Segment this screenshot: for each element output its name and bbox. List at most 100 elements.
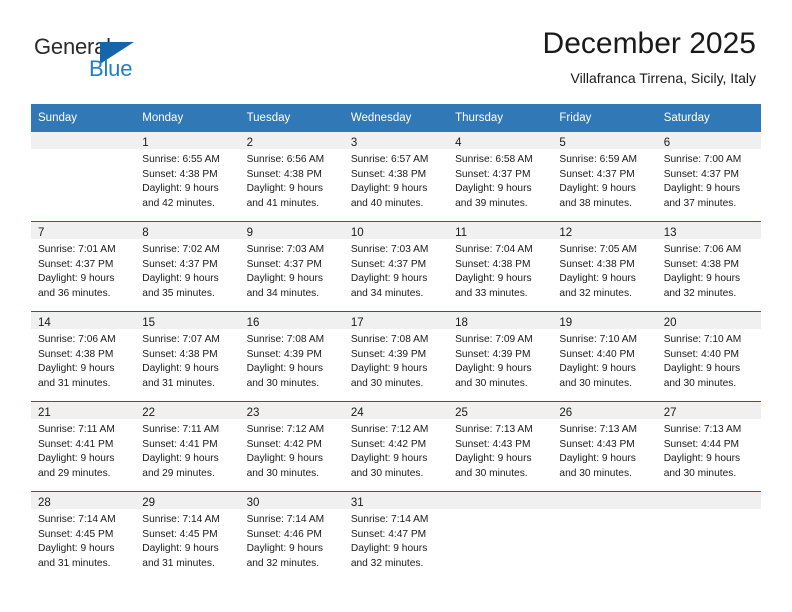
day-detail-line: and 37 minutes.	[663, 197, 737, 209]
day-detail-line: Sunrise: 7:06 AM	[663, 244, 742, 255]
day-detail-line: Sunset: 4:40 PM	[559, 348, 635, 360]
day-number-band	[552, 492, 657, 509]
day-number: 16	[246, 317, 260, 329]
day-detail-line: Sunset: 4:42 PM	[246, 438, 322, 450]
day-detail-text: Sunrise: 7:10 AM Sunset: 4:40 PM Daylight:…	[552, 329, 656, 391]
day-detail-line: Sunset: 4:37 PM	[142, 258, 218, 270]
day-detail-line: Daylight: 9 hours	[142, 453, 219, 465]
day-detail-line: Sunrise: 7:14 AM	[38, 514, 116, 525]
day-detail-line: and 30 minutes.	[350, 467, 424, 479]
day-number-band: 21	[31, 402, 136, 419]
calendar-day-cell[interactable]: 30 Sunrise: 7:14 AM Sunset: 4:46 PM Dayligh…	[239, 491, 344, 581]
calendar-day-cell[interactable]: 12 Sunrise: 7:05 AM Sunset: 4:38 PM Dayligh…	[552, 221, 657, 312]
day-number: 29	[142, 497, 156, 509]
day-number-band: 7	[31, 222, 136, 239]
calendar-day-cell[interactable]: 24 Sunrise: 7:12 AM Sunset: 4:42 PM Dayligh…	[343, 401, 449, 492]
day-detail-line: and 34 minutes.	[350, 287, 424, 299]
day-detail-line: Sunrise: 7:06 AM	[38, 334, 116, 345]
calendar-day-cell[interactable]: 21 Sunrise: 7:11 AM Sunset: 4:41 PM Dayligh…	[31, 401, 136, 492]
day-detail-line: Daylight: 9 hours	[559, 273, 636, 285]
calendar-day-cell[interactable]: 9 Sunrise: 7:03 AM Sunset: 4:37 PM Daylight…	[239, 221, 344, 312]
day-detail-text: Sunrise: 7:06 AM Sunset: 4:38 PM Daylight:…	[657, 239, 761, 301]
day-detail-line: Daylight: 9 hours	[350, 453, 428, 465]
day-detail-line: Sunrise: 7:13 AM	[455, 424, 533, 435]
day-detail-line: Sunrise: 6:57 AM	[350, 154, 429, 165]
calendar-day-cell[interactable]: 15 Sunrise: 7:07 AM Sunset: 4:38 PM Dayligh…	[135, 311, 240, 402]
day-number: 11	[455, 227, 468, 239]
day-detail-line: and 33 minutes.	[455, 287, 528, 299]
calendar-day-cell[interactable]: 7 Sunrise: 7:01 AM Sunset: 4:37 PM Daylight…	[31, 221, 136, 312]
day-detail-line: Daylight: 9 hours	[350, 363, 428, 375]
calendar-day-cell[interactable]: 19 Sunrise: 7:10 AM Sunset: 4:40 PM Dayligh…	[552, 311, 657, 402]
day-detail-text: Sunrise: 7:10 AM Sunset: 4:40 PM Daylight:…	[657, 329, 761, 391]
day-number: 6	[663, 137, 671, 149]
calendar-body: 1 Sunrise: 6:55 AM Sunset: 4:38 PM Daylight…	[31, 132, 761, 581]
calendar-day-cell[interactable]: 28 Sunrise: 7:14 AM Sunset: 4:45 PM Dayligh…	[31, 491, 136, 581]
day-detail-line: Sunrise: 7:03 AM	[246, 244, 325, 255]
calendar-day-cell[interactable]: 18 Sunrise: 7:09 AM Sunset: 4:39 PM Dayligh…	[448, 311, 553, 402]
day-detail-line: Sunrise: 7:12 AM	[246, 424, 325, 435]
day-detail-line: Sunrise: 7:11 AM	[142, 424, 220, 435]
day-detail-line: Sunset: 4:44 PM	[663, 438, 740, 450]
day-detail-text: Sunrise: 7:13 AM Sunset: 4:43 PM Daylight:…	[448, 419, 552, 481]
day-number-band	[31, 132, 136, 149]
day-number-band: 17	[343, 312, 449, 329]
calendar-day-cell[interactable]: 31 Sunrise: 7:14 AM Sunset: 4:47 PM Dayligh…	[343, 491, 449, 581]
day-detail-text: Sunrise: 7:11 AM Sunset: 4:41 PM Daylight:…	[31, 419, 135, 481]
calendar-day-cell[interactable]: 29 Sunrise: 7:14 AM Sunset: 4:45 PM Dayligh…	[135, 491, 240, 581]
general-blue-logo[interactable]: General Blue	[34, 34, 194, 86]
calendar-day-cell[interactable]: 17 Sunrise: 7:08 AM Sunset: 4:39 PM Dayligh…	[343, 311, 449, 402]
day-detail-line: Daylight: 9 hours	[142, 363, 219, 375]
day-number: 28	[38, 497, 51, 509]
calendar-day-cell[interactable]: 20 Sunrise: 7:10 AM Sunset: 4:40 PM Dayligh…	[656, 311, 761, 402]
calendar-day-cell[interactable]: 16 Sunrise: 7:08 AM Sunset: 4:39 PM Dayligh…	[239, 311, 344, 402]
calendar-day-cell[interactable]: 1 Sunrise: 6:55 AM Sunset: 4:38 PM Daylight…	[135, 132, 240, 222]
day-detail-line: Sunset: 4:37 PM	[455, 168, 531, 180]
day-number-band: 6	[656, 132, 761, 149]
day-number: 27	[663, 407, 677, 419]
calendar-day-cell[interactable]: 26 Sunrise: 7:13 AM Sunset: 4:43 PM Dayligh…	[552, 401, 657, 492]
day-detail-line: Sunset: 4:45 PM	[142, 528, 218, 540]
day-detail-text: Sunrise: 7:08 AM Sunset: 4:39 PM Daylight:…	[240, 329, 344, 391]
day-detail-line: Sunset: 4:38 PM	[663, 258, 740, 270]
day-number-band: 22	[135, 402, 240, 419]
day-number-band: 13	[656, 222, 761, 239]
calendar-day-cell[interactable]: 4 Sunrise: 6:58 AM Sunset: 4:37 PM Daylight…	[448, 132, 553, 222]
day-number-band: 31	[343, 492, 449, 509]
calendar-day-cell[interactable]: 6 Sunrise: 7:00 AM Sunset: 4:37 PM Daylight…	[656, 132, 761, 222]
calendar-day-cell[interactable]: 8 Sunrise: 7:02 AM Sunset: 4:37 PM Daylight…	[135, 221, 240, 312]
day-detail-line: Daylight: 9 hours	[559, 183, 636, 195]
day-detail-line: Sunrise: 7:07 AM	[142, 334, 220, 345]
day-detail-line: Sunrise: 7:08 AM	[350, 334, 429, 345]
day-detail-line: Sunrise: 7:12 AM	[350, 424, 429, 435]
calendar-day-cell[interactable]: 13 Sunrise: 7:06 AM Sunset: 4:38 PM Dayligh…	[656, 221, 761, 312]
calendar-day-cell[interactable]: 27 Sunrise: 7:13 AM Sunset: 4:44 PM Dayligh…	[656, 401, 761, 492]
day-detail-line: and 30 minutes.	[455, 467, 528, 479]
calendar-day-cell[interactable]: 5 Sunrise: 6:59 AM Sunset: 4:37 PM Daylight…	[552, 132, 657, 222]
calendar-day-cell[interactable]: 10 Sunrise: 7:03 AM Sunset: 4:37 PM Dayligh…	[343, 221, 449, 312]
day-detail-line: and 35 minutes.	[142, 287, 215, 299]
day-detail-line: Sunset: 4:40 PM	[663, 348, 740, 360]
calendar-day-cell[interactable]: 11 Sunrise: 7:04 AM Sunset: 4:38 PM Dayligh…	[448, 221, 553, 312]
day-detail-line: Sunrise: 7:14 AM	[246, 514, 325, 525]
day-detail-line: Sunset: 4:37 PM	[663, 168, 740, 180]
calendar-day-cell[interactable]: 3 Sunrise: 6:57 AM Sunset: 4:38 PM Daylight…	[343, 132, 449, 222]
day-detail-text: Sunrise: 7:02 AM Sunset: 4:37 PM Daylight:…	[135, 239, 239, 301]
calendar-day-cell[interactable]: 23 Sunrise: 7:12 AM Sunset: 4:42 PM Dayligh…	[239, 401, 344, 492]
day-detail-text: Sunrise: 7:14 AM Sunset: 4:45 PM Daylight:…	[31, 509, 135, 571]
calendar-day-cell[interactable]: 14 Sunrise: 7:06 AM Sunset: 4:38 PM Dayligh…	[31, 311, 136, 402]
calendar-day-cell[interactable]: 22 Sunrise: 7:11 AM Sunset: 4:41 PM Dayligh…	[135, 401, 240, 492]
day-detail-line: and 30 minutes.	[455, 377, 528, 389]
calendar-day-cell-empty	[448, 491, 553, 581]
day-number-band: 8	[135, 222, 240, 239]
day-detail-line: Daylight: 9 hours	[663, 453, 741, 465]
day-detail-text: Sunrise: 6:57 AM Sunset: 4:38 PM Daylight:…	[344, 149, 448, 211]
day-detail-line: Daylight: 9 hours	[350, 273, 428, 285]
day-number-band	[656, 492, 761, 509]
weekday-header-tuesday: Tuesday	[239, 104, 344, 132]
day-number-band: 12	[552, 222, 657, 239]
day-detail-line: Daylight: 9 hours	[38, 363, 115, 375]
day-detail-line: and 41 minutes.	[246, 197, 320, 209]
calendar-day-cell[interactable]: 25 Sunrise: 7:13 AM Sunset: 4:43 PM Dayligh…	[448, 401, 553, 492]
calendar-day-cell[interactable]: 2 Sunrise: 6:56 AM Sunset: 4:38 PM Daylight…	[239, 132, 344, 222]
